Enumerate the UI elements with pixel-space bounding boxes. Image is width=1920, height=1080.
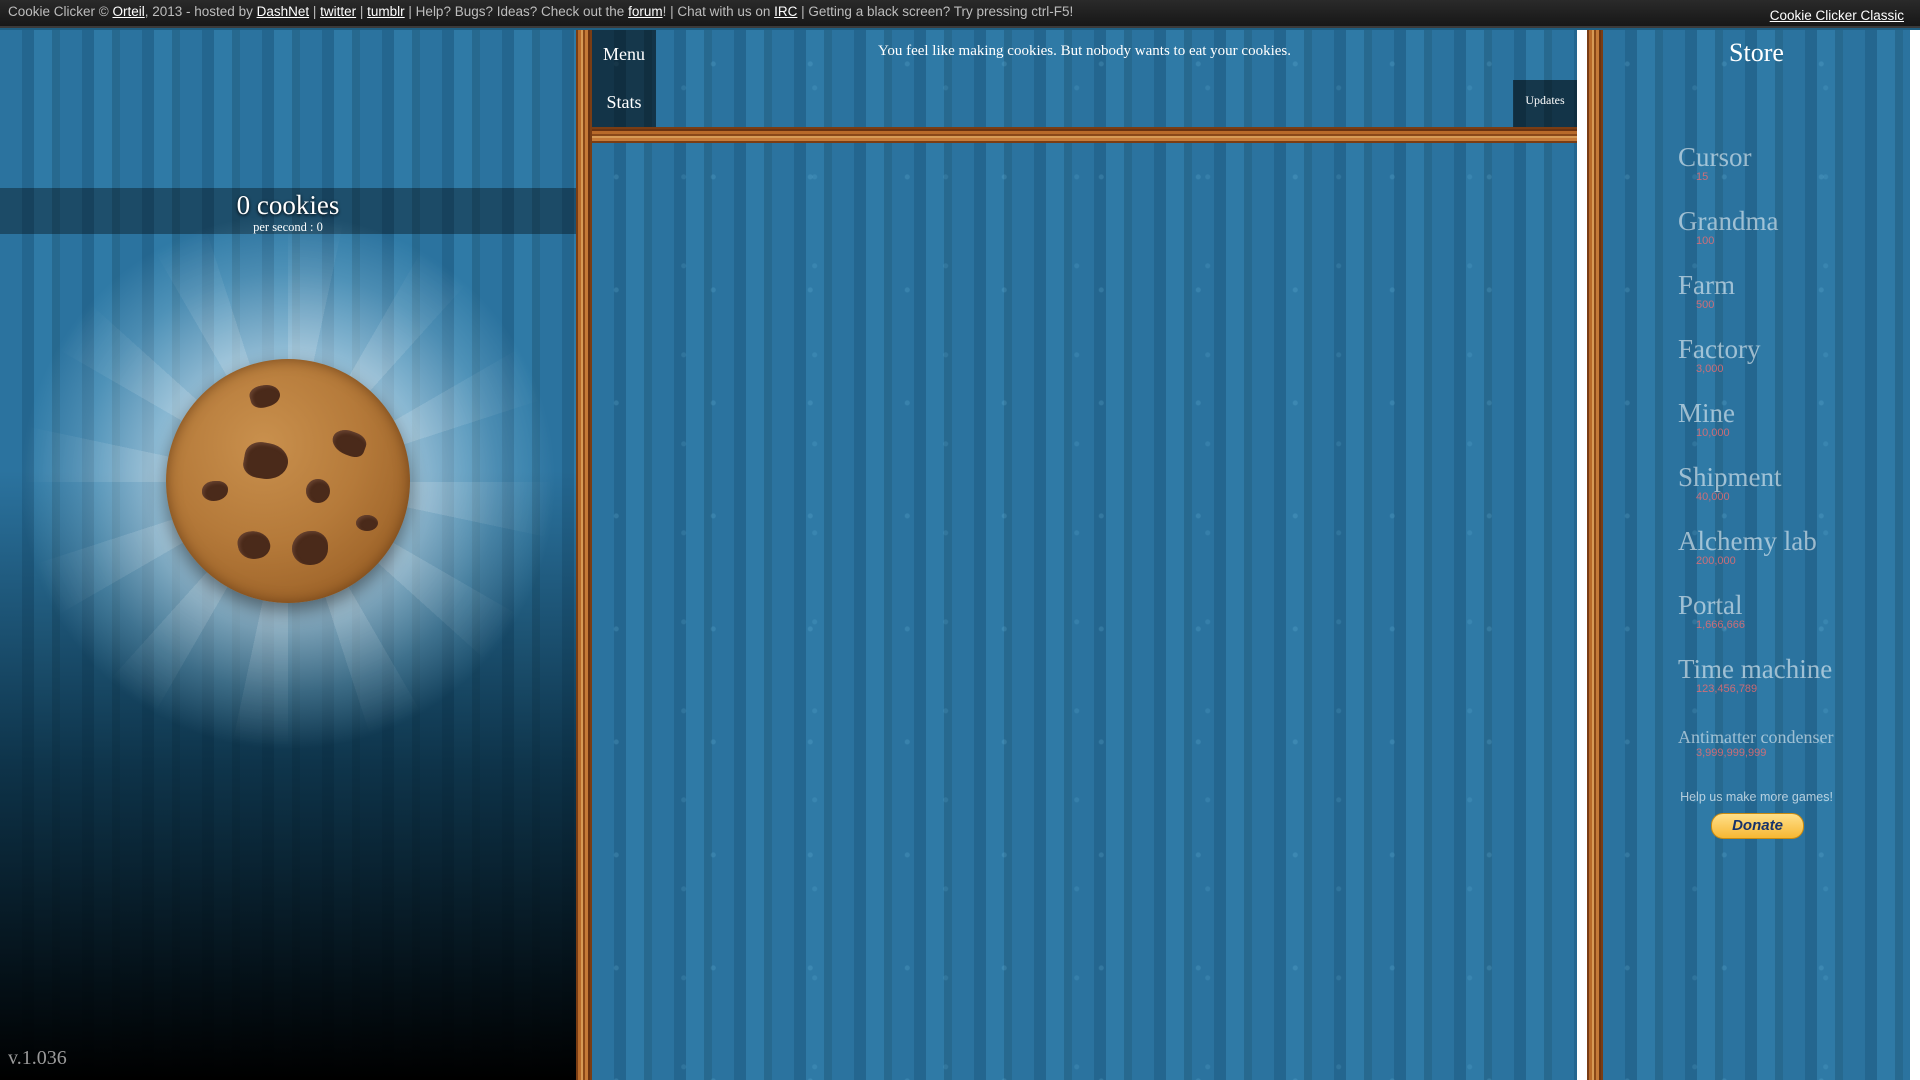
- store-item-name: Shipment: [1678, 462, 1782, 492]
- store-title: Store: [1729, 38, 1784, 67]
- divider-white: [1577, 30, 1587, 1080]
- store-item-name: Mine: [1678, 398, 1735, 428]
- store-item-price: 3,000: [1696, 363, 1724, 375]
- center-header: Menu Stats You feel like making cookies.…: [592, 30, 1577, 127]
- store-item-name: Factory: [1678, 334, 1761, 364]
- store-item-name: Grandma: [1678, 206, 1779, 236]
- store-item-factory[interactable]: Factory 3,000: [1678, 335, 1898, 375]
- hosted-text: , 2013 - hosted by: [144, 4, 257, 19]
- store-item-price: 10,000: [1696, 427, 1730, 439]
- store-panel: Store Cursor 15 Grandma 100 Farm 500 Fac…: [1603, 30, 1910, 1080]
- store-item-shipment[interactable]: Shipment 40,000: [1678, 463, 1898, 503]
- wood-divider-horizontal: [592, 127, 1577, 143]
- store-item-name: Time machine: [1678, 654, 1833, 684]
- donate-button[interactable]: Donate: [1711, 813, 1804, 839]
- chocolate-chip: [235, 528, 273, 562]
- buildings-area: [592, 143, 1577, 1080]
- chocolate-chip: [328, 425, 370, 461]
- irc-link[interactable]: IRC: [774, 4, 797, 19]
- chocolate-chip: [241, 439, 291, 483]
- store-item-cursor[interactable]: Cursor 15: [1678, 143, 1898, 183]
- store-item-portal[interactable]: Portal 1,666,666: [1678, 591, 1898, 631]
- separator: |: [309, 4, 321, 19]
- store-item-mine[interactable]: Mine 10,000: [1678, 399, 1898, 439]
- store-item-name: Alchemy lab: [1678, 526, 1817, 556]
- store-item-price: 3,999,999,999: [1696, 747, 1767, 759]
- wood-divider-left: [576, 30, 592, 1080]
- left-panel: 0 cookies per second : 0 v.1.036: [0, 30, 576, 1080]
- store-item-farm[interactable]: Farm 500: [1678, 271, 1898, 311]
- version-label: v.1.036: [8, 1047, 67, 1069]
- store-item-name: Antimatter condenser: [1678, 727, 1834, 747]
- store-item-price: 100: [1696, 235, 1715, 247]
- stats-button[interactable]: Stats: [592, 78, 656, 127]
- store-item-name: Cursor: [1678, 142, 1752, 172]
- chocolate-chip: [292, 531, 328, 565]
- tumblr-link[interactable]: tumblr: [367, 4, 405, 19]
- cookie-clicker-classic-link[interactable]: Cookie Clicker Classic: [1770, 8, 1904, 23]
- black-screen-text: | Getting a black screen? Try pressing c…: [797, 4, 1074, 19]
- store-item-price: 500: [1696, 299, 1715, 311]
- chocolate-chip: [306, 479, 330, 503]
- orteil-link[interactable]: Orteil: [112, 4, 144, 19]
- chocolate-chip: [356, 515, 378, 531]
- right-edge: [1910, 30, 1920, 1080]
- forum-link[interactable]: forum: [628, 4, 663, 19]
- donate-message: Help us make more games!: [1680, 790, 1833, 804]
- wood-divider-right: [1587, 30, 1603, 1080]
- chat-text: ! | Chat with us on: [662, 4, 775, 19]
- top-bar: Cookie Clicker © Orteil, 2013 - hosted b…: [0, 0, 1920, 28]
- store-item-price: 1,666,666: [1696, 619, 1745, 631]
- store-item-name: Farm: [1678, 270, 1735, 300]
- center-panel: Menu Stats You feel like making cookies.…: [592, 30, 1577, 1080]
- store-item-price: 40,000: [1696, 491, 1730, 503]
- store-item-price: 123,456,789: [1696, 683, 1758, 695]
- news-ticker: You feel like making cookies. But nobody…: [878, 43, 1291, 59]
- updates-button[interactable]: Updates: [1513, 80, 1577, 127]
- store-item-alchemy-lab[interactable]: Alchemy lab 200,000: [1678, 527, 1898, 567]
- separator: |: [356, 4, 368, 19]
- chocolate-chip: [247, 381, 283, 411]
- store-item-grandma[interactable]: Grandma 100: [1678, 207, 1898, 247]
- dashnet-link[interactable]: DashNet: [257, 4, 310, 19]
- store-item-name: Portal: [1678, 590, 1743, 620]
- store-item-time-machine[interactable]: Time machine 123,456,789: [1678, 655, 1898, 695]
- store-item-price: 15: [1696, 171, 1709, 183]
- twitter-link[interactable]: twitter: [320, 4, 356, 19]
- store-item-antimatter-condenser[interactable]: Antimatter condenser 3,999,999,999: [1678, 727, 1898, 759]
- store-item-price: 200,000: [1696, 555, 1736, 567]
- copyright-text: Cookie Clicker ©: [8, 4, 113, 19]
- help-text: | Help? Bugs? Ideas? Check out the: [404, 4, 629, 19]
- big-cookie-button[interactable]: [166, 359, 410, 603]
- chocolate-chip: [202, 481, 228, 501]
